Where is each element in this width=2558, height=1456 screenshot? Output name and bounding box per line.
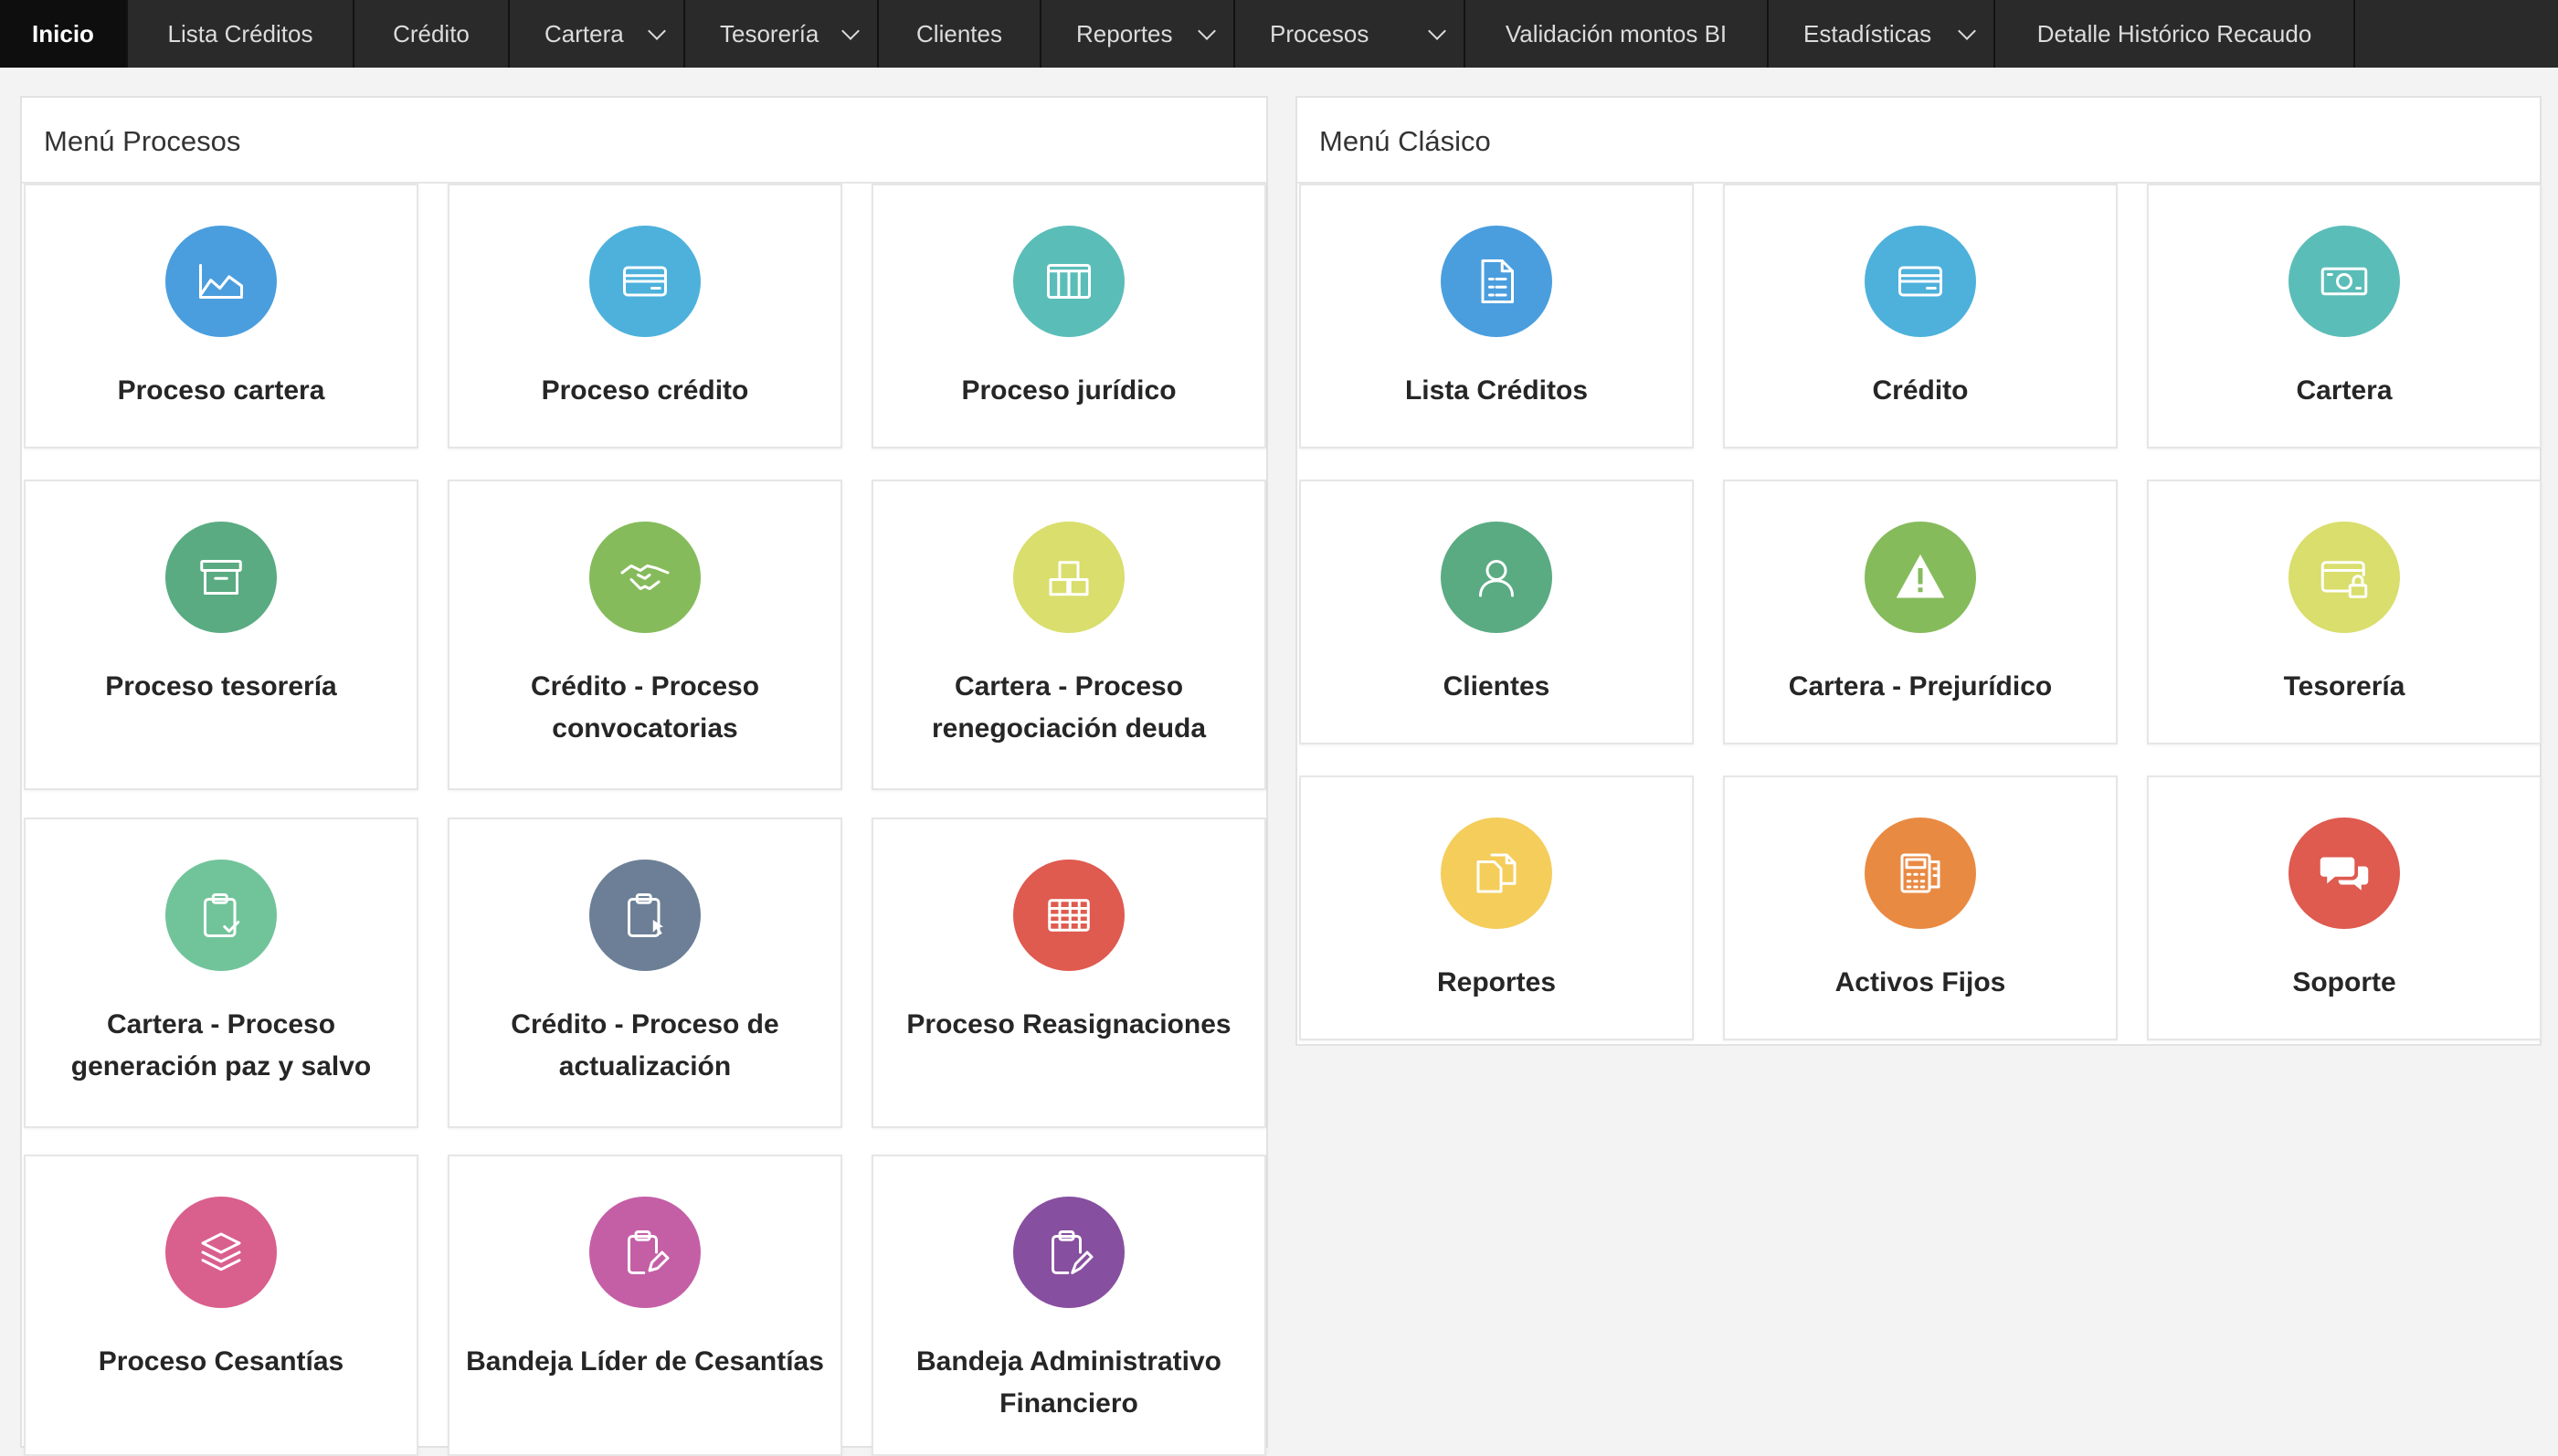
top-navigation-bar: Inicio Lista Créditos Crédito Cartera Tesore… (0, 0, 2558, 68)
tile-label: Bandeja Administrativo Financiero (916, 1346, 1221, 1419)
clasico-tile-document-list[interactable]: Lista Créditos (1299, 184, 1694, 448)
tile-label: Proceso Cesantías (98, 1346, 344, 1377)
nav-item-label: Detalle Histórico Recaudo (2036, 19, 2312, 47)
procesos-tile-chart-area[interactable]: Proceso cartera (24, 184, 418, 448)
clasico-tile-warning[interactable]: Cartera - Prejurídico (1723, 480, 2118, 744)
document-list-icon (1441, 226, 1552, 337)
layers-icon (165, 1197, 277, 1308)
chevron-down-icon (1198, 21, 1216, 40)
tile-label: Cartera - Prejurídico (1788, 671, 2053, 702)
tile-label: Clientes (1443, 671, 1550, 702)
nav-item-validacion-montos-bi[interactable]: Validación montos BI (1465, 0, 1769, 68)
procesos-tile-clipboard-pen[interactable]: Bandeja Administrativo Financiero (872, 1155, 1266, 1456)
tile-label: Proceso crédito (541, 375, 749, 406)
nav-item-label: Estadísticas (1803, 19, 1932, 47)
nav-item-detalle-historico-recaudo[interactable]: Detalle Histórico Recaudo (1995, 0, 2355, 68)
procesos-tile-archive-box[interactable]: Proceso tesorería (24, 480, 418, 790)
tile-label: Soporte (2292, 967, 2396, 997)
tile-label: Crédito (1872, 375, 1969, 406)
nav-item-lista-creditos[interactable]: Lista Créditos (128, 0, 354, 68)
nav-item-inicio[interactable]: Inicio (0, 0, 128, 68)
handshake-icon (589, 522, 701, 633)
nav-item-label: Tesorería (720, 19, 819, 47)
tile-label: Lista Créditos (1404, 375, 1589, 406)
archive-box-icon (165, 522, 277, 633)
nav-item-procesos[interactable]: Procesos (1235, 0, 1465, 68)
procesos-tile-boxes[interactable]: Cartera - Proceso renegociación deuda (872, 480, 1266, 790)
credit-card-icon (1865, 226, 1976, 337)
clasico-tile-files[interactable]: Reportes (1299, 775, 1694, 1040)
tile-label: Crédito - Proceso de actualización (511, 1009, 779, 1081)
clasico-tile-calculator[interactable]: Activos Fijos (1723, 775, 2118, 1040)
procesos-tile-columns[interactable]: Proceso jurídico (872, 184, 1266, 448)
clipboard-check-icon (165, 860, 277, 971)
tile-label: Tesorería (2283, 671, 2405, 702)
nav-item-credito[interactable]: Crédito (354, 0, 510, 68)
procesos-tile-handshake[interactable]: Crédito - Proceso convocatorias (448, 480, 842, 790)
menu-clasico-title: Menú Clásico (1319, 125, 1491, 157)
chevron-down-icon (1428, 21, 1446, 40)
tile-label: Cartera (2296, 375, 2393, 406)
tile-label: Activos Fijos (1834, 967, 2006, 997)
chat-bubbles-icon (2288, 818, 2400, 929)
card-lock-icon (2288, 522, 2400, 633)
clipboard-edit-icon (589, 1197, 701, 1308)
procesos-tile-layers[interactable]: Proceso Cesantías (24, 1155, 418, 1456)
user-icon (1441, 522, 1552, 633)
chart-area-icon (165, 226, 277, 337)
procesos-tile-clipboard-cursor[interactable]: Crédito - Proceso de actualización (448, 818, 842, 1128)
clasico-tile-chat-bubbles[interactable]: Soporte (2147, 775, 2542, 1040)
nav-item-label: Reportes (1076, 19, 1173, 47)
clipboard-pen-icon (1013, 1197, 1125, 1308)
chevron-down-icon (1958, 21, 1976, 40)
tile-label: Cartera - Proceso renegociación deuda (931, 671, 1207, 744)
credit-card-icon (589, 226, 701, 337)
chevron-down-icon (648, 21, 666, 40)
procesos-tile-clipboard-edit[interactable]: Bandeja Líder de Cesantías (448, 1155, 842, 1456)
procesos-tile-credit-card[interactable]: Proceso crédito (448, 184, 842, 448)
procesos-tile-clipboard-check[interactable]: Cartera - Proceso generación paz y salvo (24, 818, 418, 1128)
tile-label: Proceso jurídico (961, 375, 1177, 406)
tile-label: Proceso Reasignaciones (906, 1009, 1231, 1039)
tile-label: Proceso cartera (117, 375, 325, 406)
procesos-tile-table-grid[interactable]: Proceso Reasignaciones (872, 818, 1266, 1128)
nav-item-label: Validación montos BI (1505, 19, 1728, 47)
nav-item-label: Clientes (916, 19, 1002, 47)
clasico-tile-credit-card[interactable]: Crédito (1723, 184, 2118, 448)
calculator-icon (1865, 818, 1976, 929)
clasico-tile-cash[interactable]: Cartera (2147, 184, 2542, 448)
nav-item-estadisticas[interactable]: Estadísticas (1769, 0, 1995, 68)
nav-item-label: Cartera (544, 19, 624, 47)
nav-item-label: Crédito (393, 19, 470, 47)
tile-label: Reportes (1436, 967, 1557, 997)
nav-item-label: Inicio (32, 19, 94, 47)
nav-item-label: Procesos (1270, 19, 1369, 47)
table-grid-icon (1013, 860, 1125, 971)
nav-item-clientes[interactable]: Clientes (879, 0, 1041, 68)
clasico-tile-user[interactable]: Clientes (1299, 480, 1694, 744)
nav-item-label: Lista Créditos (167, 19, 313, 47)
tile-label: Bandeja Líder de Cesantías (466, 1346, 824, 1377)
tile-label: Crédito - Proceso convocatorias (530, 671, 760, 744)
nav-item-tesoreria[interactable]: Tesorería (685, 0, 879, 68)
clipboard-cursor-icon (589, 860, 701, 971)
tile-label: Proceso tesorería (105, 671, 337, 702)
menu-procesos-panel: Menú Procesos Proceso cartera Proceso cré… (20, 96, 1268, 1456)
tile-label: Cartera - Proceso generación paz y salvo (70, 1009, 372, 1081)
nav-item-reportes[interactable]: Reportes (1041, 0, 1235, 68)
nav-item-cartera[interactable]: Cartera (510, 0, 685, 68)
menu-clasico-panel: Menú Clásico Lista Créditos Crédito Carter… (1295, 96, 2542, 1046)
warning-icon (1865, 522, 1976, 633)
chevron-down-icon (841, 21, 860, 40)
cash-icon (2288, 226, 2400, 337)
clasico-tile-card-lock[interactable]: Tesorería (2147, 480, 2542, 744)
files-icon (1441, 818, 1552, 929)
columns-icon (1013, 226, 1125, 337)
boxes-icon (1013, 522, 1125, 633)
menu-procesos-title: Menú Procesos (44, 125, 241, 157)
